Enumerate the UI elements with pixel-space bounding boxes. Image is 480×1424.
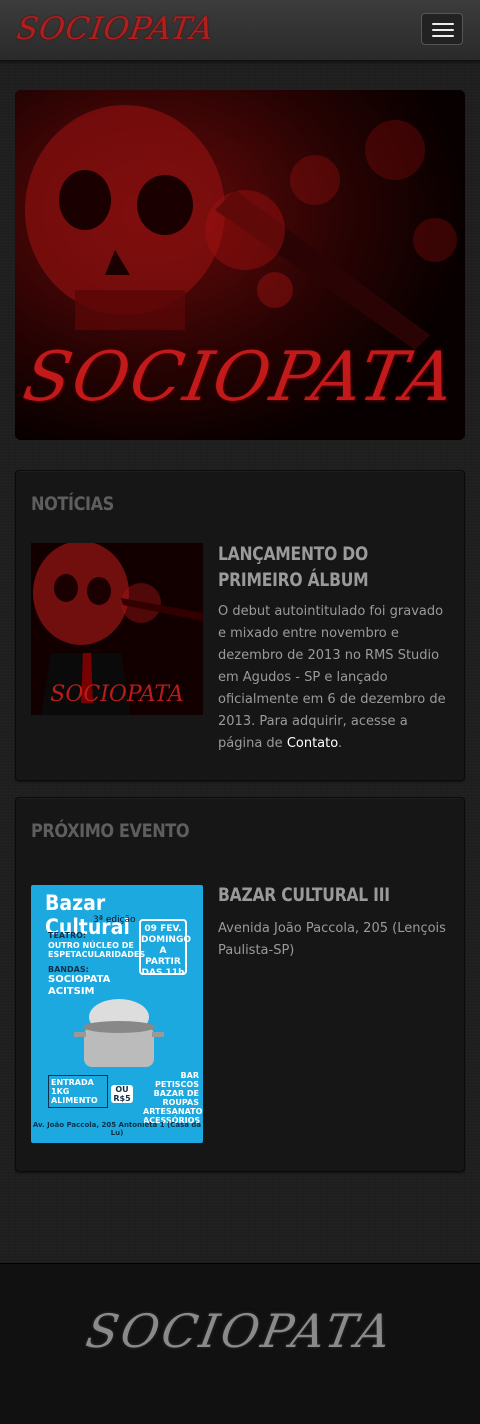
navbar: SOCIOPATA	[0, 0, 480, 61]
poster-band-2: ACITSIM	[48, 986, 95, 997]
event-heading: PRÓXIMO EVENTO	[31, 820, 190, 842]
footer: SOCIOPATA	[0, 1263, 480, 1424]
poster-teatro-label: TEATRO:	[48, 931, 87, 940]
album-cover-image[interactable]: SOCIOPATA	[31, 543, 203, 715]
news-item-body: O debut autointitulado foi gravado e mix…	[218, 604, 446, 751]
pot-illustration	[74, 999, 164, 1067]
poster-address: Av. João Paccola, 205 Antonieta 1 (Casa …	[32, 1121, 202, 1137]
hero-title: SOCIOPATA	[17, 338, 463, 417]
brand-logo[interactable]: SOCIOPATA	[14, 11, 216, 47]
poster-bandas-label: BANDAS:	[48, 965, 89, 974]
poster-date: 09 FEV. DOMINGO A PARTIR DAS 11h	[139, 919, 191, 978]
poster-entrada: ENTRADA 1KG ALIMENTO	[48, 1075, 108, 1108]
event-item-address: Avenida João Paccola, 205 (Lençois Pauli…	[218, 921, 446, 958]
hero-banner: SOCIOPATA	[15, 90, 465, 440]
hamburger-icon-line	[432, 29, 454, 31]
contact-link[interactable]: Contato	[287, 736, 338, 751]
hamburger-icon	[432, 23, 454, 25]
poster-band-1: SOCIOPATA	[48, 974, 111, 985]
poster-extras: BAR PETISCOS BAZAR DE ROUPAS ARTESANATO …	[143, 1071, 203, 1125]
news-item-end: .	[337, 736, 343, 751]
poster-teatro: OUTRO NÚCLEO DE ESPETACULARIDADES	[48, 941, 146, 959]
hamburger-icon-line	[432, 35, 454, 37]
event-panel: PRÓXIMO EVENTO Bazar Cultural 3ª edição …	[15, 797, 465, 1172]
album-cover-logo: SOCIOPATA	[50, 682, 184, 707]
news-heading: NOTÍCIAS	[31, 493, 114, 515]
news-panel: NOTÍCIAS SOCIOPATA Lançamento do primeir…	[15, 470, 465, 781]
event-poster-image[interactable]: Bazar Cultural 3ª edição 09 FEV. DOMINGO…	[31, 885, 203, 1143]
event-item-title[interactable]: Bazar Cultural III	[218, 882, 407, 908]
news-item-text: O debut autointitulado foi gravado e mix…	[218, 601, 453, 755]
poster-price: OU R$5	[111, 1085, 133, 1103]
menu-toggle-button[interactable]	[421, 13, 463, 45]
news-item-title[interactable]: Lançamento do primeiro álbum	[218, 541, 407, 593]
poster-edition: 3ª edição	[93, 915, 136, 925]
footer-logo: SOCIOPATA	[82, 1304, 398, 1358]
